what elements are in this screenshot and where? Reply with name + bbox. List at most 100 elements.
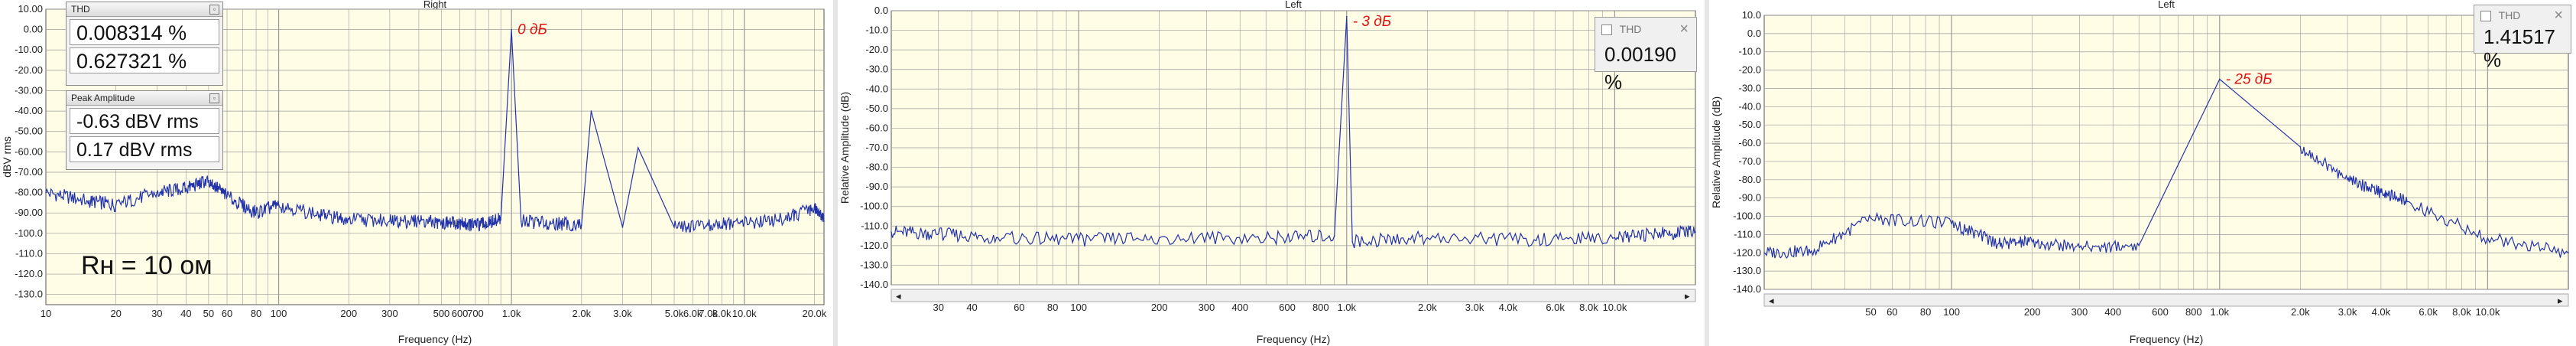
trace-anchor-point <box>1951 223 1952 224</box>
x-tick-label: 30 <box>933 302 944 313</box>
load-resistance-label: Rн = 10 ом <box>81 251 213 280</box>
peak-amplitude-value-2: 0.17 dBV rms <box>70 136 219 162</box>
trace-anchor-point <box>1661 233 1663 235</box>
y-tick-label: -10.0 <box>865 24 888 36</box>
thd-meter-floating-2-header: THD × <box>2474 5 2571 25</box>
meter-menu-icon[interactable]: ▫ <box>209 5 219 15</box>
y-tick-label: -70.00 <box>15 166 43 178</box>
x-tick-label: 4.0k <box>1499 302 1518 313</box>
trace-anchor-point <box>45 191 47 194</box>
x-tick-label: 3.0k <box>1465 302 1484 313</box>
y-tick-label: -70.0 <box>1738 155 1761 167</box>
thd-meter-header: THD ▫ <box>67 2 222 17</box>
thd-floating-2-value: 1.41517 % <box>2484 25 2555 71</box>
panel-divider <box>1705 0 1709 346</box>
x-tick-label: 300 <box>1199 302 1215 313</box>
y-tick-label: -20.0 <box>1738 64 1761 76</box>
trace-anchor-point <box>1614 237 1616 239</box>
close-icon[interactable]: × <box>1679 18 1689 41</box>
trace-anchor-point <box>581 224 582 226</box>
x-tick-label: 3.0k <box>2338 306 2357 318</box>
x-tick-label: 800 <box>1312 302 1329 313</box>
x-tick-label: 200 <box>1151 302 1168 313</box>
scroll-left-icon: ◂ <box>896 290 901 302</box>
x-tick-label: 400 <box>2104 306 2121 318</box>
meter-window-icon <box>1601 24 1612 36</box>
x-tick-label: 60 <box>222 308 232 319</box>
trace-anchor-point <box>1333 235 1335 237</box>
y-axis-title: dBV rms <box>1 136 13 178</box>
peak-amplitude-meter-header: Peak Amplitude ▫ <box>67 91 222 106</box>
y-tick-label: -130.0 <box>15 289 43 300</box>
y-tick-label: -30.00 <box>15 84 43 96</box>
trace-anchor-point <box>459 222 461 224</box>
peak-level-label: 0 дБ <box>517 22 547 38</box>
peak-amplitude-meter-title: Peak Amplitude <box>71 93 135 103</box>
x-tick-label: 6.0k <box>2419 306 2438 318</box>
thd-meter-floating-2[interactable]: THD × 1.41517 % <box>2474 5 2571 71</box>
panel-divider <box>833 0 838 346</box>
trace-anchor-point <box>2078 246 2081 248</box>
y-tick-label: -40.0 <box>1738 100 1761 112</box>
y-tick-label: 0.0 <box>874 5 888 16</box>
meter-menu-icon[interactable]: ▫ <box>209 93 219 103</box>
x-tick-label: 2.0k <box>573 308 592 319</box>
x-tick-label: 40 <box>180 308 191 319</box>
thd-meter-floating[interactable]: THD × 0.00190 % <box>1595 17 1697 93</box>
y-tick-label: -40.00 <box>15 105 43 116</box>
x-tick-label: 40 <box>966 302 977 313</box>
x-tick-label: 600 <box>452 308 469 319</box>
trace-anchor-point <box>891 231 892 233</box>
peak-level-label: - 3 дБ <box>1353 14 1391 30</box>
analyzer-panel-left-2: Left 10.0 0.0 -10.0 -20.0 -30.0 -40.0 -50.0 -60.… <box>1709 0 2576 346</box>
trace-anchor-point <box>1078 239 1079 240</box>
trace-anchor-point <box>638 147 639 149</box>
y-tick-label: -20.0 <box>865 44 888 55</box>
trace-anchor-point <box>488 222 490 224</box>
x-tick-label: 200 <box>340 308 357 319</box>
y-tick-label: -50.00 <box>15 126 43 137</box>
x-tick-label: 20 <box>110 308 121 319</box>
x-tick-label: 10.0k <box>2476 306 2500 318</box>
y-tick-label: -100.0 <box>15 227 43 239</box>
x-tick-label: 50 <box>203 308 214 319</box>
trace-anchor-point <box>2347 179 2348 181</box>
thd-meter-floating-header: THD × <box>1595 18 1696 41</box>
trace-anchor-point <box>2138 244 2140 246</box>
trace-anchor-point <box>389 220 391 222</box>
x-tick-label: 600 <box>1279 302 1296 313</box>
x-tick-label: 8.0k <box>2452 306 2471 318</box>
y-tick-label: -30.0 <box>1738 82 1761 93</box>
trace-anchor-point <box>813 206 816 208</box>
trace-anchor-point <box>784 218 787 220</box>
y-tick-label: -100.0 <box>1733 211 1761 222</box>
x-tick-label: 100 <box>1070 302 1087 313</box>
thd-meter-title: THD <box>71 4 90 15</box>
trace-anchor-point <box>255 212 257 214</box>
y-axis-title: Relative Amplitude (dB) <box>1710 96 1722 208</box>
x-tick-label: 80 <box>251 308 261 319</box>
trace-anchor-point <box>500 218 502 220</box>
y-tick-label: -10.0 <box>1738 46 1761 57</box>
y-tick-label: 0.00 <box>24 24 43 35</box>
x-tick-label: 10 <box>41 308 51 319</box>
thd-meter-floating-2-title: THD <box>2498 9 2521 21</box>
panel-title: Left <box>2158 0 2175 10</box>
peak-amplitude-meter[interactable]: Peak Amplitude ▫ -0.63 dBV rms 0.17 dBV … <box>66 90 223 170</box>
thd-meter[interactable]: THD ▫ 0.008314 % 0.627321 % <box>66 2 223 86</box>
trace-anchor-point <box>2031 241 2033 243</box>
x-tick-label: 50 <box>1865 306 1876 318</box>
trace-anchor-point <box>2406 201 2408 203</box>
x-tick-label: 3.0k <box>613 308 632 319</box>
close-icon[interactable]: × <box>2554 5 2563 25</box>
x-tick-label: 300 <box>2072 306 2088 318</box>
x-axis-title: Frequency (Hz) <box>1257 333 1330 345</box>
x-tick-label: 30 <box>151 308 162 319</box>
scroll-right-icon: ▸ <box>1685 290 1690 302</box>
x-tick-label: 2.0k <box>1418 302 1437 313</box>
x-tick-label: 1.0k <box>2210 306 2229 318</box>
x-tick-label: 20.0k <box>802 308 826 319</box>
y-tick-label: -60.00 <box>15 145 43 157</box>
trace-anchor-point <box>185 188 187 190</box>
y-tick-label: -110.0 <box>1734 228 1761 240</box>
